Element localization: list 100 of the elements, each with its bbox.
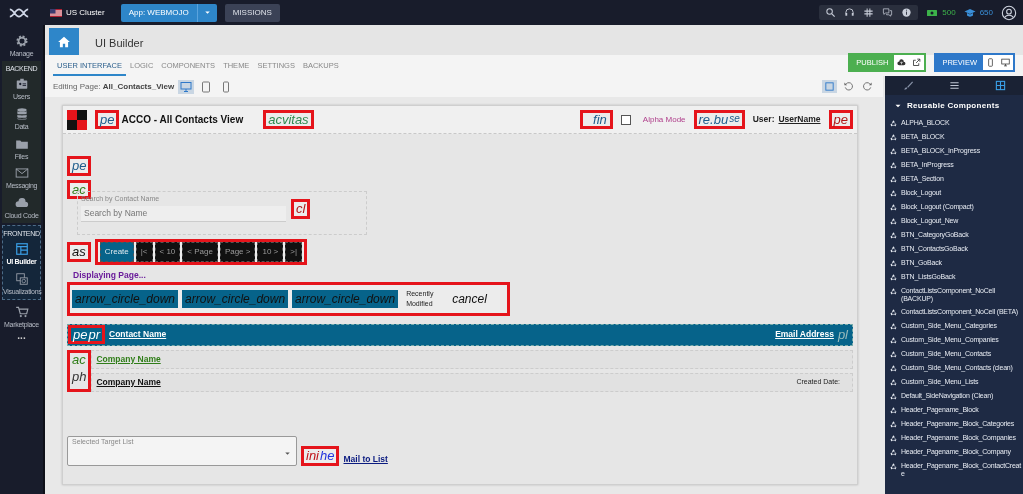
grid-icon[interactable] bbox=[994, 80, 1006, 91]
page-heading: ACCO - All Contacts View bbox=[121, 113, 244, 127]
pager-button[interactable]: < 10 bbox=[154, 242, 181, 263]
ligature-text: pr bbox=[88, 327, 101, 342]
ligature-text: pe bbox=[73, 327, 88, 342]
recycle-icon bbox=[889, 202, 898, 212]
cluster-label[interactable]: US Cluster bbox=[66, 6, 105, 19]
section-title: Reusable Components bbox=[907, 99, 1000, 112]
redo-button[interactable] bbox=[860, 80, 875, 93]
ligature-text: pe bbox=[833, 112, 848, 127]
pager-button[interactable]: Page > bbox=[219, 242, 256, 263]
editing-label: Editing Page: All_Contacts_View bbox=[53, 80, 175, 93]
recycle-icon bbox=[889, 244, 898, 254]
ligature-text: re.bu bbox=[698, 112, 729, 127]
ligature-text: pe bbox=[72, 159, 87, 173]
brush-icon[interactable] bbox=[902, 80, 914, 91]
recycle-icon bbox=[889, 188, 898, 198]
recycle-icon bbox=[889, 461, 898, 471]
undo-icon bbox=[843, 81, 854, 92]
pager-button[interactable]: Create bbox=[99, 242, 134, 263]
recycle-icon bbox=[889, 216, 898, 226]
column-header[interactable]: Contact Name bbox=[109, 328, 167, 341]
search-icon[interactable] bbox=[825, 7, 837, 18]
caret-icon bbox=[202, 8, 212, 17]
home-button[interactable] bbox=[49, 28, 79, 56]
checkbox[interactable] bbox=[620, 114, 631, 125]
ligature-text: ph bbox=[72, 370, 87, 384]
point-count: 650 bbox=[979, 6, 993, 19]
chat-icon[interactable] bbox=[882, 7, 894, 18]
chart-icon bbox=[14, 271, 29, 286]
ligature-text: pl bbox=[837, 327, 848, 342]
cloud-upload-icon bbox=[897, 57, 907, 67]
device-button[interactable] bbox=[178, 79, 195, 94]
recycle-icon bbox=[889, 321, 898, 331]
desktop-icon bbox=[180, 80, 193, 93]
ligature-text: acvitas bbox=[268, 112, 309, 127]
ligature-text: fin bbox=[593, 112, 607, 127]
recycle-icon bbox=[889, 146, 898, 156]
app-button[interactable]: App: WEBMOJO bbox=[120, 3, 197, 22]
flag-icon bbox=[50, 6, 62, 19]
username-link[interactable]: UserName bbox=[778, 113, 821, 126]
ligature-text: cl bbox=[296, 202, 306, 216]
desktop-icon bbox=[1001, 57, 1010, 67]
recycle-icon bbox=[889, 335, 898, 345]
cancel-text: cancel bbox=[452, 290, 487, 308]
recycle-icon bbox=[889, 174, 898, 184]
recycle-icon bbox=[889, 258, 898, 268]
recycle-icon bbox=[889, 286, 898, 296]
page-title: UI Builder bbox=[95, 36, 144, 51]
recycle-icon bbox=[889, 419, 898, 429]
pager-button[interactable]: 10 > bbox=[257, 242, 284, 263]
recycle-icon bbox=[889, 433, 898, 443]
search-field[interactable]: Search by Name bbox=[81, 205, 286, 222]
recycle-icon bbox=[889, 230, 898, 240]
dropdown-button[interactable] bbox=[196, 3, 217, 22]
external-link-icon bbox=[912, 57, 922, 67]
avatar-icon[interactable] bbox=[1001, 4, 1017, 21]
logo-icon bbox=[67, 109, 87, 130]
id-card-icon bbox=[14, 77, 29, 92]
database-icon bbox=[14, 106, 29, 121]
recycle-icon bbox=[889, 132, 898, 142]
layout-icon bbox=[14, 242, 29, 257]
pager-button[interactable]: < Page bbox=[182, 242, 218, 263]
headset-icon[interactable] bbox=[844, 7, 856, 18]
checkbox-label: Alpha Mode bbox=[642, 113, 686, 126]
cloud-icon bbox=[14, 195, 29, 210]
graduation-cap-icon bbox=[963, 6, 976, 19]
hash-icon[interactable] bbox=[863, 7, 875, 18]
ligature-text: he bbox=[320, 449, 335, 463]
recycle-icon bbox=[889, 272, 898, 282]
row-name[interactable]: Company Name bbox=[96, 375, 161, 389]
mail-link[interactable]: Mail to List bbox=[343, 452, 388, 466]
recycle-icon bbox=[889, 349, 898, 359]
icon-button[interactable] bbox=[909, 54, 925, 70]
status-text: Displaying Page... bbox=[73, 269, 147, 283]
undo-button[interactable] bbox=[841, 80, 856, 93]
cart-icon bbox=[14, 304, 29, 319]
column-header[interactable]: Email Address bbox=[775, 328, 834, 341]
ligature-text: ini bbox=[306, 449, 319, 463]
recycle-icon bbox=[889, 391, 898, 401]
menu-icon[interactable] bbox=[948, 80, 960, 91]
tablet-icon bbox=[200, 80, 213, 93]
missions-button[interactable]: MISSIONS bbox=[224, 3, 280, 22]
pager-button[interactable]: |< bbox=[135, 242, 153, 263]
more-button[interactable]: ... bbox=[0, 331, 43, 342]
recycle-icon bbox=[889, 160, 898, 170]
info-icon[interactable] bbox=[901, 7, 913, 18]
envelope-icon bbox=[14, 166, 29, 181]
row-name[interactable]: Company Name bbox=[96, 352, 161, 366]
redo-icon bbox=[862, 81, 873, 92]
icon-button[interactable] bbox=[894, 54, 910, 70]
gear-icon bbox=[14, 34, 29, 48]
square-icon bbox=[824, 81, 835, 92]
phone-icon bbox=[986, 57, 995, 67]
recycle-icon bbox=[889, 307, 898, 317]
recycle-icon bbox=[889, 118, 898, 128]
home-icon bbox=[57, 35, 71, 49]
pager-button[interactable]: >| bbox=[285, 242, 302, 263]
recycle-icon bbox=[889, 405, 898, 415]
recycle-icon bbox=[889, 447, 898, 457]
